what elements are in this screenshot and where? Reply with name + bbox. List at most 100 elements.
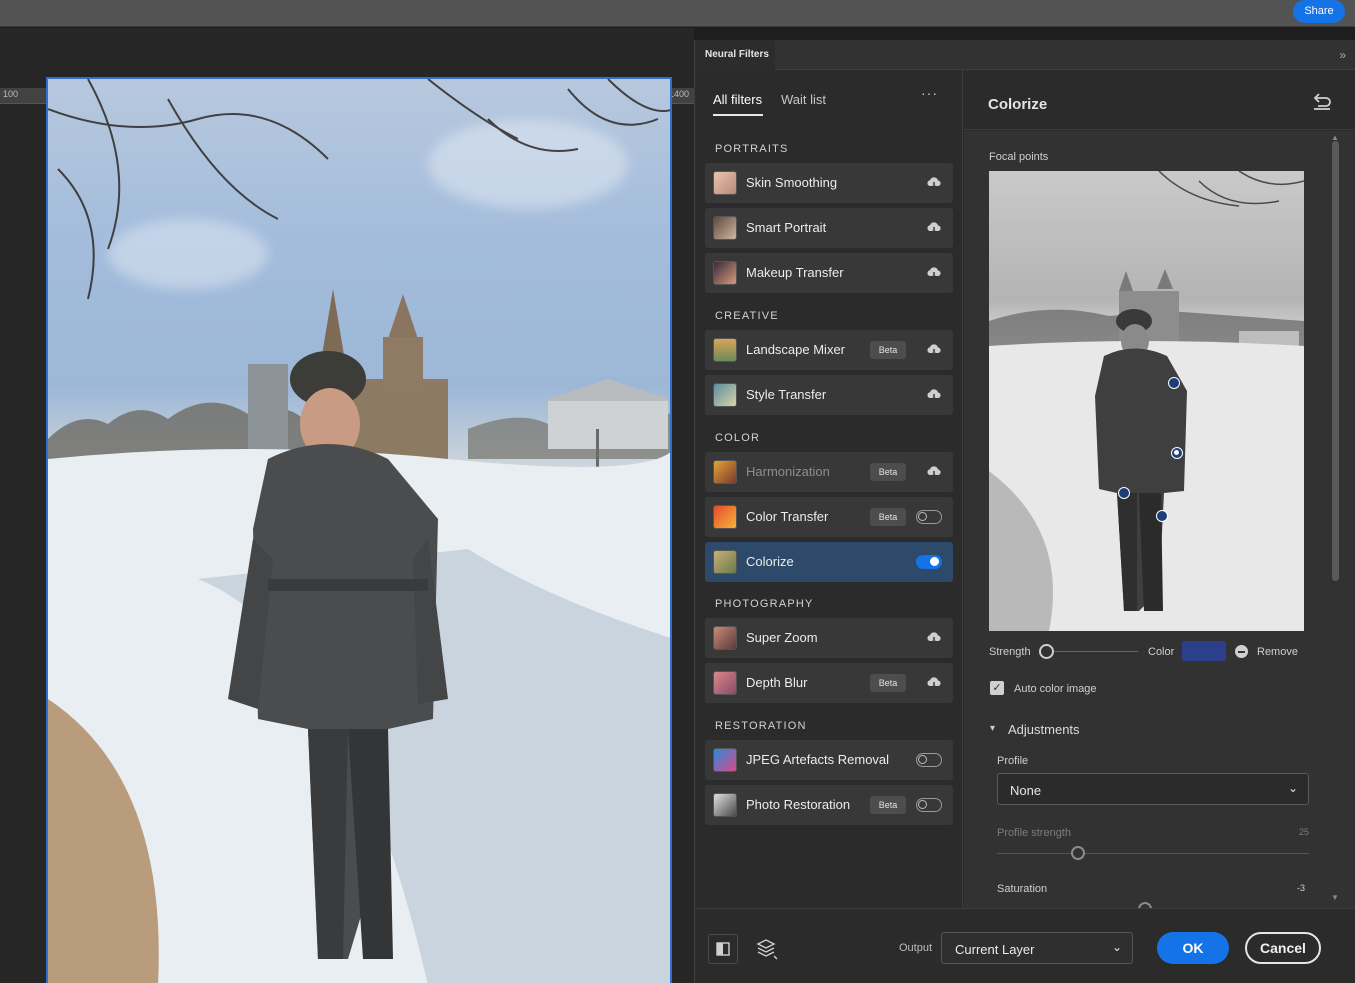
- profile-strength-slider-thumb[interactable]: [1071, 846, 1085, 860]
- filter-label: JPEG Artefacts Removal: [746, 752, 890, 767]
- scroll-down-icon[interactable]: ▼: [1331, 893, 1339, 902]
- filter-item-colorize[interactable]: Colorize: [705, 542, 953, 582]
- cancel-button[interactable]: Cancel: [1245, 932, 1321, 964]
- active-tab-indicator: [713, 114, 763, 116]
- preview-illustration: [989, 171, 1304, 631]
- section-title-creative: CREATIVE: [715, 310, 779, 322]
- filter-item-harmonization[interactable]: Harmonization Beta: [705, 452, 953, 492]
- color-swatch[interactable]: [1182, 641, 1226, 661]
- profile-label: Profile: [997, 755, 1029, 767]
- show-layers-button[interactable]: [752, 934, 782, 964]
- filter-label: Colorize: [746, 554, 794, 569]
- profile-strength-label: Profile strength: [997, 827, 1071, 839]
- photo-restoration-toggle[interactable]: [916, 798, 942, 812]
- profile-strength-value: 25: [1299, 827, 1310, 837]
- toggle-knob: [930, 557, 939, 566]
- beta-badge: Beta: [870, 463, 906, 481]
- saturation-value: -3: [1297, 883, 1306, 893]
- cloud-download-icon[interactable]: [926, 221, 942, 235]
- filter-item-style-transfer[interactable]: Style Transfer: [705, 375, 953, 415]
- filter-item-smart-portrait[interactable]: Smart Portrait: [705, 208, 953, 248]
- share-button[interactable]: Share: [1293, 0, 1345, 23]
- section-title-portraits: PORTRAITS: [715, 143, 789, 155]
- strength-label: Strength: [989, 646, 1031, 658]
- section-title-color: COLOR: [715, 432, 761, 444]
- profile-dropdown[interactable]: None ⌄: [997, 773, 1309, 805]
- toggle-knob: [918, 512, 927, 521]
- filter-label: Depth Blur: [746, 675, 808, 690]
- settings-title: Colorize: [988, 96, 1048, 113]
- compare-view-button[interactable]: [708, 934, 738, 964]
- focal-point-marker[interactable]: [1118, 487, 1130, 499]
- strength-slider-thumb[interactable]: [1039, 644, 1054, 659]
- focal-points-preview[interactable]: [989, 171, 1304, 631]
- photo-restoration-thumbnail: [713, 793, 737, 817]
- panel-tab-bar: Neural Filters »: [695, 40, 1355, 70]
- strength-slider-track[interactable]: [1048, 651, 1138, 652]
- color-label: Color: [1148, 646, 1175, 658]
- split-view-icon: [716, 942, 730, 956]
- collapse-panel-icon[interactable]: »: [1339, 48, 1346, 62]
- cloud-download-icon[interactable]: [926, 176, 942, 190]
- style-transfer-thumbnail: [713, 383, 737, 407]
- tab-neural-filters[interactable]: Neural Filters: [695, 40, 775, 70]
- ok-button[interactable]: OK: [1157, 932, 1229, 964]
- filter-settings: Colorize Focal points Strength Color Rem…: [964, 70, 1355, 908]
- adjustments-heading[interactable]: Adjustments: [1008, 722, 1080, 737]
- filter-item-landscape-mixer[interactable]: Landscape Mixer Beta: [705, 330, 953, 370]
- profile-strength-slider-track[interactable]: [997, 853, 1309, 854]
- section-title-photography: PHOTOGRAPHY: [715, 598, 814, 610]
- tab-wait-list[interactable]: Wait list: [781, 92, 826, 107]
- scrollbar-thumb[interactable]: [1332, 141, 1339, 581]
- chevron-down-icon[interactable]: ▾: [990, 723, 995, 734]
- filter-item-photo-restoration[interactable]: Photo Restoration Beta: [705, 785, 953, 825]
- cloud-download-icon[interactable]: [926, 631, 942, 645]
- cloud-download-icon[interactable]: [926, 465, 942, 479]
- tab-all-filters[interactable]: All filters: [713, 92, 762, 107]
- reset-icon[interactable]: [1312, 92, 1332, 110]
- filter-item-makeup-transfer[interactable]: Makeup Transfer: [705, 253, 953, 293]
- beta-badge: Beta: [870, 508, 906, 526]
- ruler-tick-label: 100: [3, 89, 19, 99]
- color-transfer-toggle[interactable]: [916, 510, 942, 524]
- cloud-download-icon[interactable]: [926, 343, 942, 357]
- output-dropdown[interactable]: Current Layer ⌄: [941, 932, 1133, 964]
- focal-point-marker[interactable]: [1156, 510, 1168, 522]
- focal-point-marker-selected[interactable]: [1171, 447, 1183, 459]
- cloud-download-icon[interactable]: [926, 676, 942, 690]
- filter-item-super-zoom[interactable]: Super Zoom: [705, 618, 953, 658]
- chevron-down-icon: ⌄: [1287, 781, 1298, 795]
- settings-scrollbar[interactable]: ▲ ▼: [1330, 131, 1341, 907]
- filter-item-jpeg-artefacts-removal[interactable]: JPEG Artefacts Removal: [705, 740, 953, 780]
- panel-footer: Output Current Layer ⌄ OK Cancel: [695, 908, 1355, 983]
- toggle-knob: [918, 755, 927, 764]
- filter-item-skin-smoothing[interactable]: Skin Smoothing: [705, 163, 953, 203]
- colorize-thumbnail: [713, 550, 737, 574]
- filter-item-depth-blur[interactable]: Depth Blur Beta: [705, 663, 953, 703]
- focal-points-label: Focal points: [989, 151, 1049, 163]
- remove-label[interactable]: Remove: [1257, 646, 1298, 658]
- remove-icon[interactable]: [1235, 645, 1248, 658]
- saturation-label: Saturation: [997, 883, 1048, 895]
- settings-scroll-area[interactable]: Focal points Strength Color Remove ✓ Aut…: [964, 131, 1355, 908]
- neural-filters-panel: Neural Filters » All filters Wait list ·…: [694, 40, 1355, 983]
- filter-label: Style Transfer: [746, 387, 827, 402]
- skin-smoothing-thumbnail: [713, 171, 737, 195]
- focal-point-marker[interactable]: [1168, 377, 1180, 389]
- cloud-download-icon[interactable]: [926, 266, 942, 280]
- chevron-down-icon: ⌄: [1111, 940, 1122, 954]
- document-canvas[interactable]: [46, 77, 672, 983]
- layers-icon: [756, 939, 778, 960]
- jpeg-artefacts-toggle[interactable]: [916, 753, 942, 767]
- filter-item-color-transfer[interactable]: Color Transfer Beta: [705, 497, 953, 537]
- auto-color-checkbox[interactable]: ✓: [990, 681, 1004, 695]
- colorize-toggle[interactable]: [916, 555, 942, 569]
- filter-label: Color Transfer: [746, 509, 829, 524]
- color-transfer-thumbnail: [713, 505, 737, 529]
- jpeg-artefacts-thumbnail: [713, 748, 737, 772]
- cloud-download-icon[interactable]: [926, 388, 942, 402]
- more-options-icon[interactable]: ···: [921, 85, 938, 101]
- harmonization-thumbnail: [713, 460, 737, 484]
- output-label: Output: [899, 942, 933, 954]
- beta-badge: Beta: [870, 796, 906, 814]
